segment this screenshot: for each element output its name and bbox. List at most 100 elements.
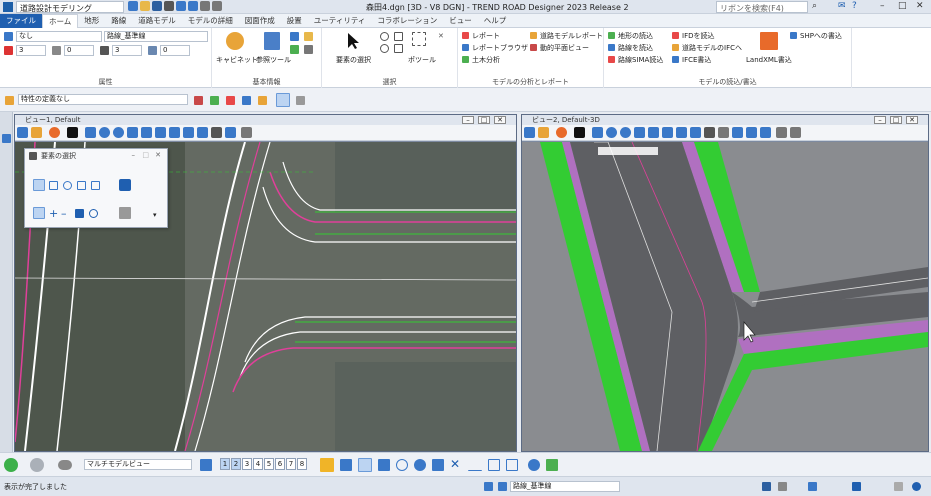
select-block-icon[interactable]	[394, 32, 403, 41]
select-icon[interactable]	[67, 127, 78, 138]
view-button-7[interactable]: 7	[286, 458, 296, 470]
select-element-caption[interactable]: 要素の選択	[336, 55, 371, 65]
tool-icon-1[interactable]	[194, 96, 203, 105]
window-area-icon[interactable]	[127, 127, 138, 138]
delete-icon[interactable]: ✕	[438, 32, 444, 40]
options-icon[interactable]	[119, 207, 131, 219]
pan-view-icon[interactable]	[676, 127, 687, 138]
road-to-ifc-button[interactable]: 道路モデルのIFCへ	[682, 43, 742, 53]
zoom-out-icon[interactable]	[113, 127, 124, 138]
view-1-minimize-button[interactable]: –	[462, 116, 474, 124]
clip-volume-icon[interactable]	[718, 127, 729, 138]
origin-snap-icon[interactable]	[414, 459, 426, 471]
walk-icon[interactable]	[704, 127, 715, 138]
fit-view-icon[interactable]	[141, 127, 152, 138]
active-level-field[interactable]: 路線_基準線	[510, 481, 620, 492]
view-previous-icon[interactable]	[690, 127, 701, 138]
level-combo[interactable]: なし	[16, 31, 102, 42]
select-icon[interactable]	[574, 127, 585, 138]
more-tools-icon[interactable]	[790, 127, 801, 138]
dialog-maximize-button[interactable]: □	[142, 151, 149, 159]
explorer-caption[interactable]: キャビネット	[216, 55, 258, 65]
fence-tool-caption[interactable]: ポツール	[408, 55, 436, 65]
tab-model-detail[interactable]: モデルの詳細	[182, 14, 239, 28]
tool-icon-2[interactable]	[210, 96, 219, 105]
invert-mode-icon[interactable]	[75, 209, 84, 218]
view-button-2[interactable]: 2	[231, 458, 241, 470]
keypoint-snap-icon[interactable]	[358, 458, 372, 472]
levels-icon[interactable]	[304, 32, 313, 41]
view-button-6[interactable]: 6	[275, 458, 285, 470]
tangent-snap-icon[interactable]	[432, 459, 444, 471]
customize-icon[interactable]	[212, 1, 222, 11]
tab-terrain[interactable]: 地形	[78, 14, 105, 28]
sheet-icon[interactable]	[894, 482, 903, 491]
view-1-restore-button[interactable]: □	[478, 116, 490, 124]
sima-import-button[interactable]: 路線SIMA読込	[618, 55, 663, 65]
save-status-icon[interactable]	[762, 482, 771, 491]
view-previous-icon[interactable]	[183, 127, 194, 138]
add-mode-icon[interactable]: +	[49, 207, 58, 220]
view-2-restore-button[interactable]: □	[890, 116, 902, 124]
display-icon[interactable]	[776, 127, 787, 138]
undo-icon[interactable]	[176, 1, 186, 11]
snap-toggle-icon[interactable]	[546, 459, 558, 471]
tool-icon-5[interactable]	[258, 96, 267, 105]
view-2-close-button[interactable]: ✕	[906, 116, 918, 124]
tool-strip-icon[interactable]	[2, 134, 11, 143]
tool-icon-active[interactable]	[276, 93, 290, 107]
view-button-5[interactable]: 5	[264, 458, 274, 470]
zoom-in-icon[interactable]	[99, 127, 110, 138]
properties-icon[interactable]	[290, 45, 299, 54]
save-icon[interactable]	[152, 1, 162, 11]
pan-view-icon[interactable]	[169, 127, 180, 138]
tab-file[interactable]: ファイル	[0, 14, 42, 28]
select-shape-icon[interactable]	[380, 44, 389, 53]
subtract-mode-icon[interactable]: –	[61, 207, 67, 220]
tab-road-model[interactable]: 道路モデル	[132, 14, 182, 28]
view-attributes-icon[interactable]	[17, 127, 28, 138]
display-style-icon[interactable]	[31, 127, 42, 138]
view-2-canvas[interactable]	[522, 142, 928, 451]
select-fence-icon[interactable]	[394, 44, 403, 53]
view-attributes-icon[interactable]	[524, 127, 535, 138]
accudraw-icon[interactable]	[340, 459, 352, 471]
display-style-icon[interactable]	[538, 127, 549, 138]
select-arrow-icon[interactable]	[346, 32, 360, 50]
message-center-icon[interactable]	[852, 482, 861, 491]
alignment-import-button[interactable]: 路線を読込	[618, 43, 653, 53]
landxml-export-button[interactable]: LandXML書込	[746, 55, 792, 65]
dialog-close-button[interactable]: ✕	[155, 151, 161, 159]
redo-icon[interactable]	[188, 1, 198, 11]
tab-collaboration[interactable]: コラボレーション	[371, 14, 443, 28]
fence-icon[interactable]	[412, 32, 426, 46]
dialog-minimize-button[interactable]: –	[132, 151, 136, 159]
measure-icon[interactable]	[304, 45, 313, 54]
pin-icon[interactable]	[200, 1, 210, 11]
select-shape-icon[interactable]	[63, 181, 72, 190]
dynamic-plan-view-button[interactable]: 動的平面ビュー	[540, 43, 589, 53]
civil-analysis-button[interactable]: 土木分析	[472, 55, 500, 65]
view-settings-icon[interactable]	[241, 127, 252, 138]
clip-volume-icon[interactable]	[211, 127, 222, 138]
center-snap-icon[interactable]	[396, 459, 408, 471]
tool-icon-4[interactable]	[242, 96, 251, 105]
tab-placement[interactable]: 設置	[281, 14, 308, 28]
level-display-icon[interactable]	[498, 482, 507, 491]
tool-icon-7[interactable]	[296, 96, 305, 105]
transparency-combo[interactable]: 0	[160, 45, 190, 56]
camera-icon[interactable]	[225, 127, 236, 138]
select-block-icon[interactable]	[49, 181, 58, 190]
tool-icon-3[interactable]	[226, 96, 235, 105]
rotate-view-icon[interactable]	[155, 127, 166, 138]
tab-utility[interactable]: ユーティリティ	[308, 14, 372, 28]
tab-drawing[interactable]: 図面作成	[239, 14, 281, 28]
notifications-icon[interactable]: ✉	[838, 1, 846, 11]
snap-icon[interactable]	[320, 458, 334, 472]
ifc-export-button[interactable]: IFCE書込	[682, 55, 711, 65]
clear-selection-icon[interactable]	[119, 179, 131, 191]
intersection-snap-icon[interactable]: ✕	[450, 457, 460, 471]
forward-icon[interactable]	[30, 458, 44, 472]
bisector-snap-icon[interactable]	[506, 459, 518, 471]
nearest-snap-icon[interactable]	[378, 459, 390, 471]
